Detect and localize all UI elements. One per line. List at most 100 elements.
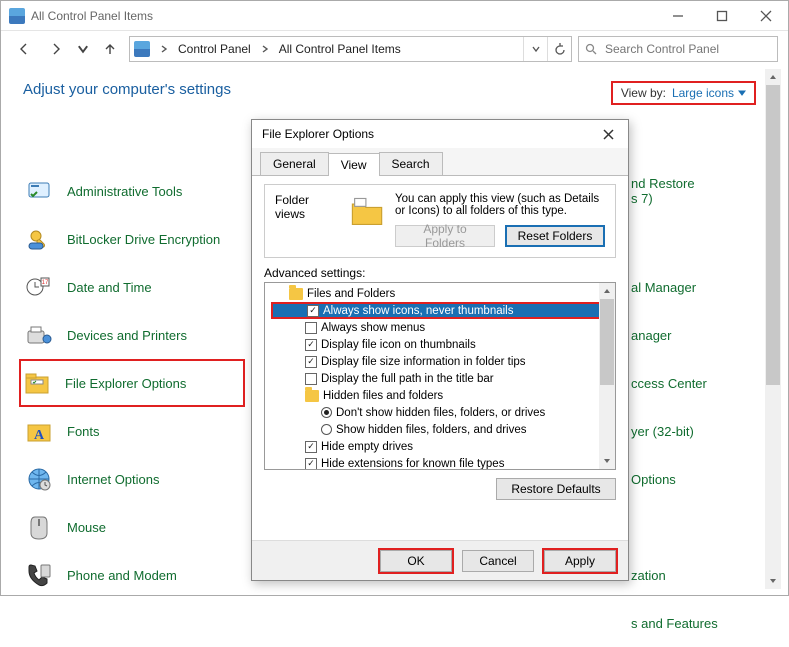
cp-item-label: Administrative Tools: [67, 184, 182, 199]
cp-item-partial[interactable]: [631, 503, 756, 551]
tree-row[interactable]: Hide extensions for known file types: [271, 455, 615, 470]
cp-item-label: Date and Time: [67, 280, 152, 295]
cp-item-bitlocker-drive-encryption[interactable]: BitLocker Drive Encryption: [23, 215, 283, 263]
checkbox[interactable]: [305, 339, 317, 351]
tree-row[interactable]: Show hidden files, folders, and drives: [271, 421, 615, 438]
cp-item-partial[interactable]: s and Features: [631, 599, 756, 647]
folder-views-desc: You can apply this view (such as Details…: [395, 193, 605, 217]
breadcrumb-root[interactable]: Control Panel: [172, 37, 257, 61]
tree-row[interactable]: Hide empty drives: [271, 438, 615, 455]
chevron-right-icon[interactable]: [257, 37, 273, 61]
tree-row[interactable]: Don't show hidden files, folders, or dri…: [271, 404, 615, 421]
cp-item-file-explorer-options[interactable]: File Explorer Options: [19, 359, 245, 407]
tree-row-label: Hide empty drives: [321, 441, 413, 453]
minimize-button[interactable]: [656, 1, 700, 31]
view-by-selector[interactable]: View by: Large icons: [611, 81, 756, 105]
dialog-body: Folder views You can apply this view (su…: [252, 176, 628, 508]
scroll-thumb[interactable]: [600, 299, 614, 385]
window-title: All Control Panel Items: [31, 9, 153, 23]
recent-locations-button[interactable]: [75, 36, 91, 62]
cp-item-partial[interactable]: ccess Center: [631, 359, 756, 407]
tree-scrollbar[interactable]: [599, 283, 615, 469]
view-by-value[interactable]: Large icons: [672, 86, 746, 100]
main-scrollbar[interactable]: [765, 69, 781, 589]
cp-item-partial[interactable]: anager: [631, 311, 756, 359]
scroll-up-button[interactable]: [599, 283, 615, 299]
cp-item-phone-and-modem[interactable]: Phone and Modem: [23, 551, 283, 599]
close-button[interactable]: [744, 1, 788, 31]
cp-item-devices-and-printers[interactable]: Devices and Printers: [23, 311, 283, 359]
search-box[interactable]: [578, 36, 778, 62]
checkbox[interactable]: [305, 356, 317, 368]
back-button[interactable]: [11, 36, 37, 62]
checkbox[interactable]: [305, 373, 317, 385]
view-by-label: View by:: [621, 86, 666, 100]
checkbox[interactable]: [307, 305, 319, 317]
chevron-right-icon[interactable]: [156, 37, 172, 61]
scroll-up-button[interactable]: [765, 69, 781, 85]
radio[interactable]: [321, 407, 332, 418]
tab-view[interactable]: View: [328, 153, 380, 176]
scroll-thumb[interactable]: [766, 85, 780, 385]
apply-button[interactable]: Apply: [544, 550, 616, 572]
dialog-title: File Explorer Options: [262, 127, 374, 141]
dialog-tabs: General View Search: [252, 148, 628, 176]
tree-row[interactable]: Display file size information in folder …: [271, 353, 615, 370]
up-button[interactable]: [97, 36, 123, 62]
address-bar[interactable]: Control Panel All Control Panel Items: [129, 36, 572, 62]
scroll-down-button[interactable]: [599, 453, 615, 469]
tree-root[interactable]: Files and Folders: [271, 285, 615, 302]
checkbox[interactable]: [305, 441, 317, 453]
restore-defaults-button[interactable]: Restore Defaults: [496, 478, 616, 500]
cp-item-icon: [23, 175, 55, 207]
advanced-settings-tree[interactable]: Files and FoldersAlways show icons, neve…: [264, 282, 616, 470]
forward-button[interactable]: [43, 36, 69, 62]
cp-item-mouse[interactable]: Mouse: [23, 503, 283, 551]
folder-icon: [305, 390, 319, 402]
cp-item-date-and-time[interactable]: 17Date and Time: [23, 263, 283, 311]
ok-button[interactable]: OK: [380, 550, 452, 572]
control-panel-icon: [9, 8, 25, 24]
reset-folders-button[interactable]: Reset Folders: [505, 225, 605, 247]
search-input[interactable]: [603, 41, 771, 57]
tree-row[interactable]: Display file icon on thumbnails: [271, 336, 615, 353]
folder-views-group: Folder views You can apply this view (su…: [264, 184, 616, 258]
tab-general[interactable]: General: [260, 152, 329, 175]
breadcrumb-current[interactable]: All Control Panel Items: [273, 37, 407, 61]
address-dropdown-button[interactable]: [523, 37, 547, 61]
tab-search[interactable]: Search: [379, 152, 443, 175]
cp-item-icon: [23, 463, 55, 495]
file-explorer-options-dialog: File Explorer Options General View Searc…: [251, 119, 629, 581]
apply-to-folders-button: Apply to Folders: [395, 225, 495, 247]
cp-item-label: BitLocker Drive Encryption: [67, 232, 220, 247]
cp-item-internet-options[interactable]: Internet Options: [23, 455, 283, 503]
cp-item-administrative-tools[interactable]: Administrative Tools: [23, 167, 283, 215]
tree-row-label: Display the full path in the title bar: [321, 373, 494, 385]
cp-item-partial[interactable]: nd Restore s 7): [631, 167, 756, 215]
checkbox[interactable]: [305, 322, 317, 334]
tree-row-label: Display file icon on thumbnails: [321, 339, 476, 351]
tree-row[interactable]: Always show icons, never thumbnails: [271, 302, 615, 319]
folder-icon: [349, 193, 385, 231]
tree-row[interactable]: Always show menus: [271, 319, 615, 336]
refresh-button[interactable]: [547, 37, 571, 61]
cp-item-label: Fonts: [67, 424, 100, 439]
cp-item-fonts[interactable]: AFonts: [23, 407, 283, 455]
scroll-down-button[interactable]: [765, 573, 781, 589]
tree-row-label: Always show menus: [321, 322, 425, 334]
advanced-settings-label: Advanced settings:: [264, 266, 616, 280]
tree-row[interactable]: Display the full path in the title bar: [271, 370, 615, 387]
radio[interactable]: [321, 424, 332, 435]
cp-item-partial[interactable]: Options: [631, 455, 756, 503]
tree-row[interactable]: Hidden files and folders: [271, 387, 615, 404]
checkbox[interactable]: [305, 458, 317, 470]
cp-item-partial[interactable]: zation: [631, 551, 756, 599]
cancel-button[interactable]: Cancel: [462, 550, 534, 572]
tree-row-label: Hide extensions for known file types: [321, 458, 504, 470]
cp-item-partial[interactable]: al Manager: [631, 263, 756, 311]
maximize-button[interactable]: [700, 1, 744, 31]
dialog-close-button[interactable]: [594, 120, 622, 148]
cp-item-partial[interactable]: yer (32-bit): [631, 407, 756, 455]
cp-item-partial[interactable]: [631, 215, 756, 263]
dialog-titlebar[interactable]: File Explorer Options: [252, 120, 628, 148]
